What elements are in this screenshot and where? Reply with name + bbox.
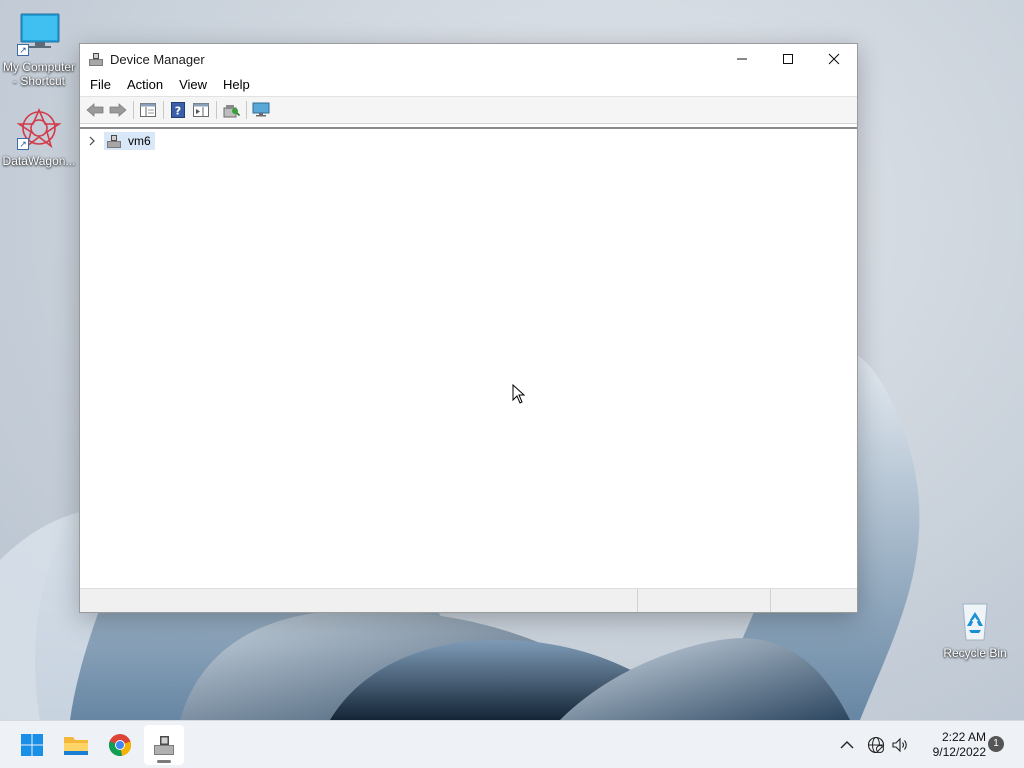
status-pane-3 [771,589,857,612]
toolbar-separator [246,101,247,119]
menu-help[interactable]: Help [217,74,256,96]
help-button[interactable]: ? [167,99,189,121]
desktop-icon-label: My Computer - Shortcut [2,60,76,88]
toolbar-separator [133,101,134,119]
computer-node-icon [107,135,121,148]
maximize-icon [783,54,793,64]
mouse-cursor-icon [512,384,526,404]
properties-icon [193,103,209,117]
start-button[interactable] [12,725,52,765]
close-icon [828,53,840,65]
clock[interactable]: 2:22 AM 9/12/2022 [914,730,986,760]
network-button[interactable] [864,721,888,768]
file-explorer-button[interactable] [56,725,96,765]
forward-button[interactable] [107,99,129,121]
window-title: Device Manager [110,51,205,67]
title-bar[interactable]: Device Manager [80,44,857,74]
menu-file[interactable]: File [84,74,117,96]
device-manager-icon [89,53,103,66]
minimize-button[interactable] [719,44,765,74]
back-button[interactable] [84,99,106,121]
minimize-icon [737,58,747,60]
show-hide-console-tree-button[interactable] [137,99,159,121]
status-bar [80,588,857,612]
desktop-icon-recycle-bin[interactable]: Recycle Bin [937,596,1013,660]
monitor-devices-icon [252,102,270,117]
chrome-button[interactable] [100,725,140,765]
menu-view[interactable]: View [173,74,213,96]
volume-button[interactable] [888,721,912,768]
notification-badge[interactable]: 1 [988,736,1004,752]
menu-action[interactable]: Action [121,74,169,96]
globe-network-icon [867,736,885,754]
device-manager-taskbar-button[interactable] [144,725,184,765]
desktop-icon-my-computer[interactable]: ↗ My Computer - Shortcut [1,10,77,88]
status-pane-2 [638,589,771,612]
maximize-button[interactable] [765,44,811,74]
menu-bar: File Action View Help [80,74,857,96]
chevron-up-icon [840,741,854,749]
shortcut-arrow-icon: ↗ [17,44,29,56]
scan-hardware-changes-icon [223,105,240,118]
expand-node-button[interactable] [86,135,98,147]
properties-button[interactable] [190,99,212,121]
monitor-devices-button[interactable] [250,99,272,121]
device-manager-icon [154,736,174,755]
active-indicator [157,760,171,763]
device-manager-window[interactable]: Device Manager File Action View Help ? v… [79,43,858,613]
svg-text:?: ? [175,105,181,118]
speaker-volume-icon [892,737,907,753]
desktop-icon-datawagon[interactable]: ↗ DataWagon... [1,104,77,168]
file-explorer-icon [64,737,88,755]
device-tree[interactable]: vm6 [80,127,857,589]
desktop-icon-label: DataWagon... [2,154,76,168]
shortcut-arrow-icon: ↗ [17,138,29,150]
scan-hardware-changes-button[interactable] [220,99,242,121]
status-pane-main [80,589,638,612]
toolbar-separator [216,101,217,119]
desktop-icon-label: Recycle Bin [943,646,1007,660]
toolbar: ? [80,96,857,124]
chevron-right-icon [89,136,95,146]
chrome-icon [108,734,132,756]
help-icon: ? [171,102,185,118]
forward-arrow-icon [109,103,127,117]
recycle-bin-icon [962,603,988,641]
windows-start-icon [21,734,43,756]
show-hide-console-tree-icon [140,103,156,117]
toolbar-separator [163,101,164,119]
taskbar: 2:22 AM 9/12/2022 [0,720,1024,768]
show-hidden-icons-button[interactable] [836,721,858,768]
back-arrow-icon [86,103,104,117]
tree-node-computer[interactable]: vm6 [104,132,155,150]
clock-time: 2:22 AM [941,730,986,744]
close-button[interactable] [811,44,857,74]
tree-root-row[interactable]: vm6 [86,132,155,150]
tree-node-label: vm6 [128,134,151,148]
clock-date: 9/12/2022 [932,745,986,759]
